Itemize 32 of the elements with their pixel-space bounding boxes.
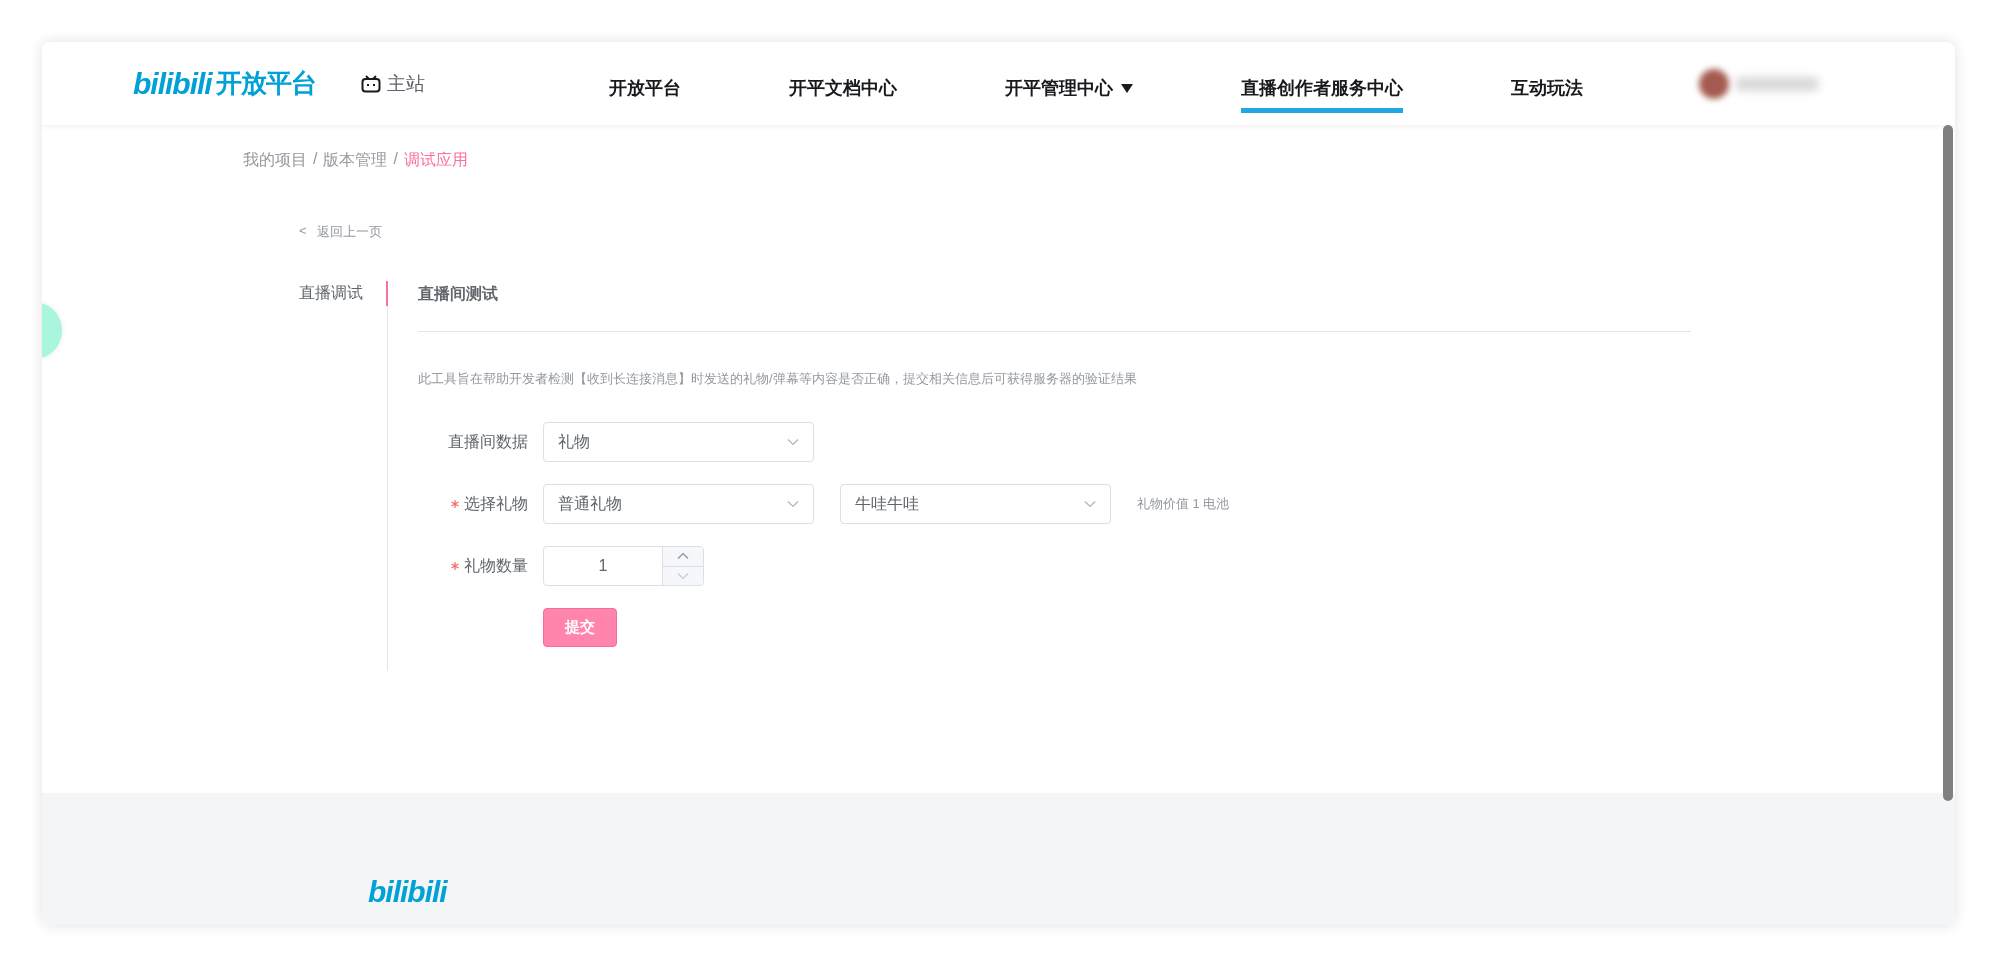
nav-tab[interactable]: 开平文档中心 (789, 54, 897, 113)
dropdown-select[interactable]: 普通礼物 (543, 484, 814, 524)
side-menu-item[interactable]: 直播调试 (299, 281, 388, 306)
avatar[interactable] (1699, 68, 1729, 99)
tv-icon (361, 74, 381, 93)
dropdown-select[interactable]: 礼物 (543, 422, 814, 462)
chevron-down-icon (787, 500, 799, 508)
field-label: 礼物数量 (464, 555, 528, 576)
chevron-up-icon (677, 552, 689, 561)
chevron-down-icon (1084, 500, 1096, 508)
home-link[interactable]: 主站 (387, 70, 425, 97)
scrollbar[interactable] (1943, 125, 1953, 801)
breadcrumb-link[interactable]: 我的项目 (243, 150, 307, 171)
breadcrumb-link[interactable]: 版本管理 (323, 150, 388, 171)
section-title: 直播间测试 (418, 281, 1691, 332)
nav-tab[interactable]: 开平管理中心 (1005, 54, 1133, 113)
breadcrumb-separator: / (393, 150, 398, 169)
chevron-down-icon (787, 438, 799, 446)
field-label: 直播间数据 (448, 431, 528, 452)
back-link[interactable]: < 返回上一页 (299, 223, 382, 241)
logo-wordmark[interactable]: bilibili (133, 66, 212, 101)
logo-text[interactable]: 开放平台 (215, 66, 316, 101)
description-text: 此工具旨在帮助开发者检测【收到长连接消息】时发送的礼物/弹幕等内容是否正确，提交相关信息后可获得服务器的验证结果 (418, 370, 1138, 388)
nav-tab[interactable]: 直播创作者服务中心 (1241, 54, 1403, 113)
hint-text: 礼物价值 1 电池 (1137, 495, 1230, 513)
nav-tab[interactable]: 互动玩法 (1511, 54, 1583, 113)
nav-tab[interactable]: 开放平台 (609, 54, 681, 113)
number-input[interactable]: 1 (543, 546, 704, 586)
field-label: 选择礼物 (464, 493, 528, 514)
chevron-down-icon (677, 571, 689, 580)
dropdown-select[interactable]: 牛哇牛哇 (840, 484, 1111, 524)
breadcrumb-separator: / (313, 150, 318, 169)
